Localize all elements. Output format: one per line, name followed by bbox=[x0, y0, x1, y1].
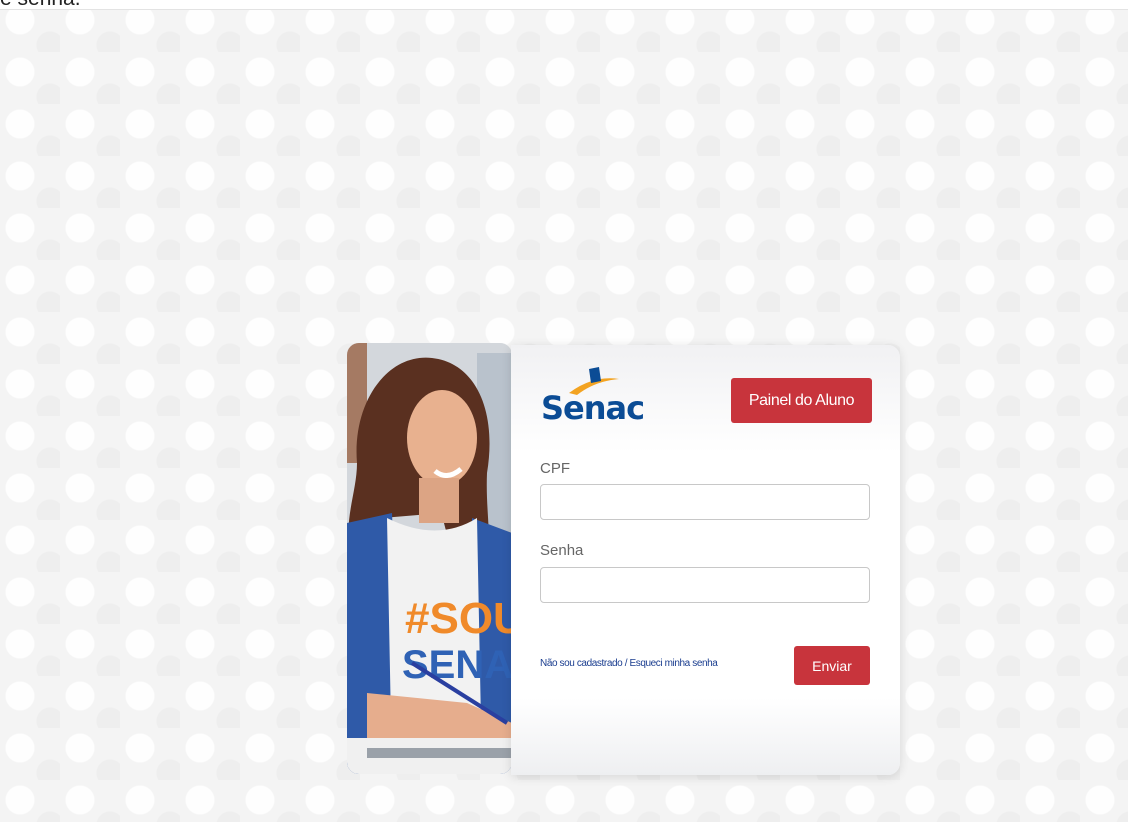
senha-input[interactable] bbox=[540, 567, 870, 603]
senha-label: Senha bbox=[540, 542, 584, 559]
top-strip: e senha. bbox=[0, 0, 1128, 10]
login-card: Senac Painel do Aluno CPF Senha Não sou … bbox=[511, 345, 900, 775]
shirt-text-top: #SOU bbox=[405, 594, 512, 643]
esqueci-minha-senha-link[interactable]: Esqueci minha senha bbox=[629, 658, 717, 669]
cpf-label: CPF bbox=[540, 460, 570, 477]
enviar-button[interactable]: Enviar bbox=[794, 646, 870, 685]
student-photo: #SOU SENAC bbox=[347, 343, 512, 774]
account-links: Não sou cadastrado / Esqueci minha senha bbox=[540, 658, 718, 669]
painel-do-aluno-button[interactable]: Painel do Aluno bbox=[731, 378, 872, 423]
senac-logo: Senac bbox=[541, 365, 645, 427]
top-strip-text: e senha. bbox=[0, 0, 81, 9]
cpf-input[interactable] bbox=[540, 484, 870, 520]
senac-logo-text: Senac bbox=[541, 389, 645, 427]
student-photo-icon: #SOU SENAC bbox=[347, 343, 512, 774]
nao-sou-cadastrado-link[interactable]: Não sou cadastrado bbox=[540, 658, 623, 669]
